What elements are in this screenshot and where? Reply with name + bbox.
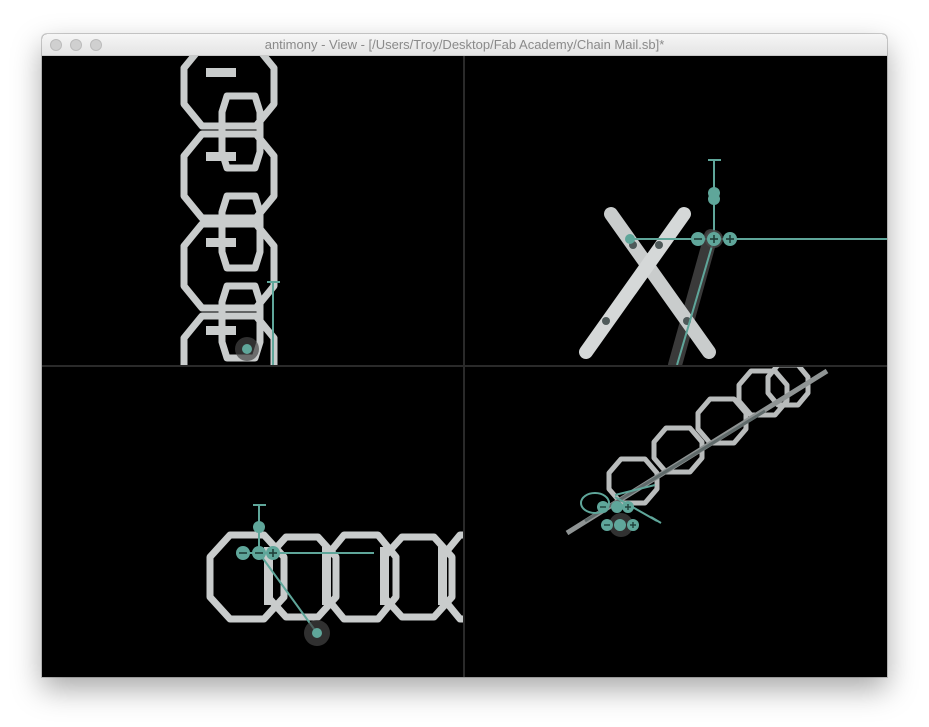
viewport-bottom-right[interactable] [465, 367, 887, 677]
viewport-divider-horizontal[interactable] [42, 365, 887, 367]
top-view-canvas[interactable] [42, 367, 463, 677]
rotate-handle[interactable] [235, 337, 259, 361]
chain-links-horizontal [206, 531, 463, 623]
window-title: antimony - View - [/Users/Troy/Desktop/F… [264, 37, 665, 52]
axis-handle-lines[interactable] [630, 159, 887, 365]
front-view-canvas[interactable] [42, 56, 463, 365]
app-window: antimony - View - [/Users/Troy/Desktop/F… [42, 34, 887, 677]
perspective-move-handles[interactable] [597, 501, 639, 537]
side-view-canvas[interactable] [465, 56, 887, 365]
viewport-top-right[interactable] [465, 56, 887, 365]
perspective-view-canvas[interactable] [465, 367, 887, 677]
viewport-top-left[interactable] [42, 56, 463, 365]
title-bar[interactable]: antimony - View - [/Users/Troy/Desktop/F… [42, 34, 887, 56]
chain-links [180, 56, 278, 365]
viewport-bottom-left[interactable] [42, 367, 463, 677]
diagonal-chain [606, 367, 811, 506]
